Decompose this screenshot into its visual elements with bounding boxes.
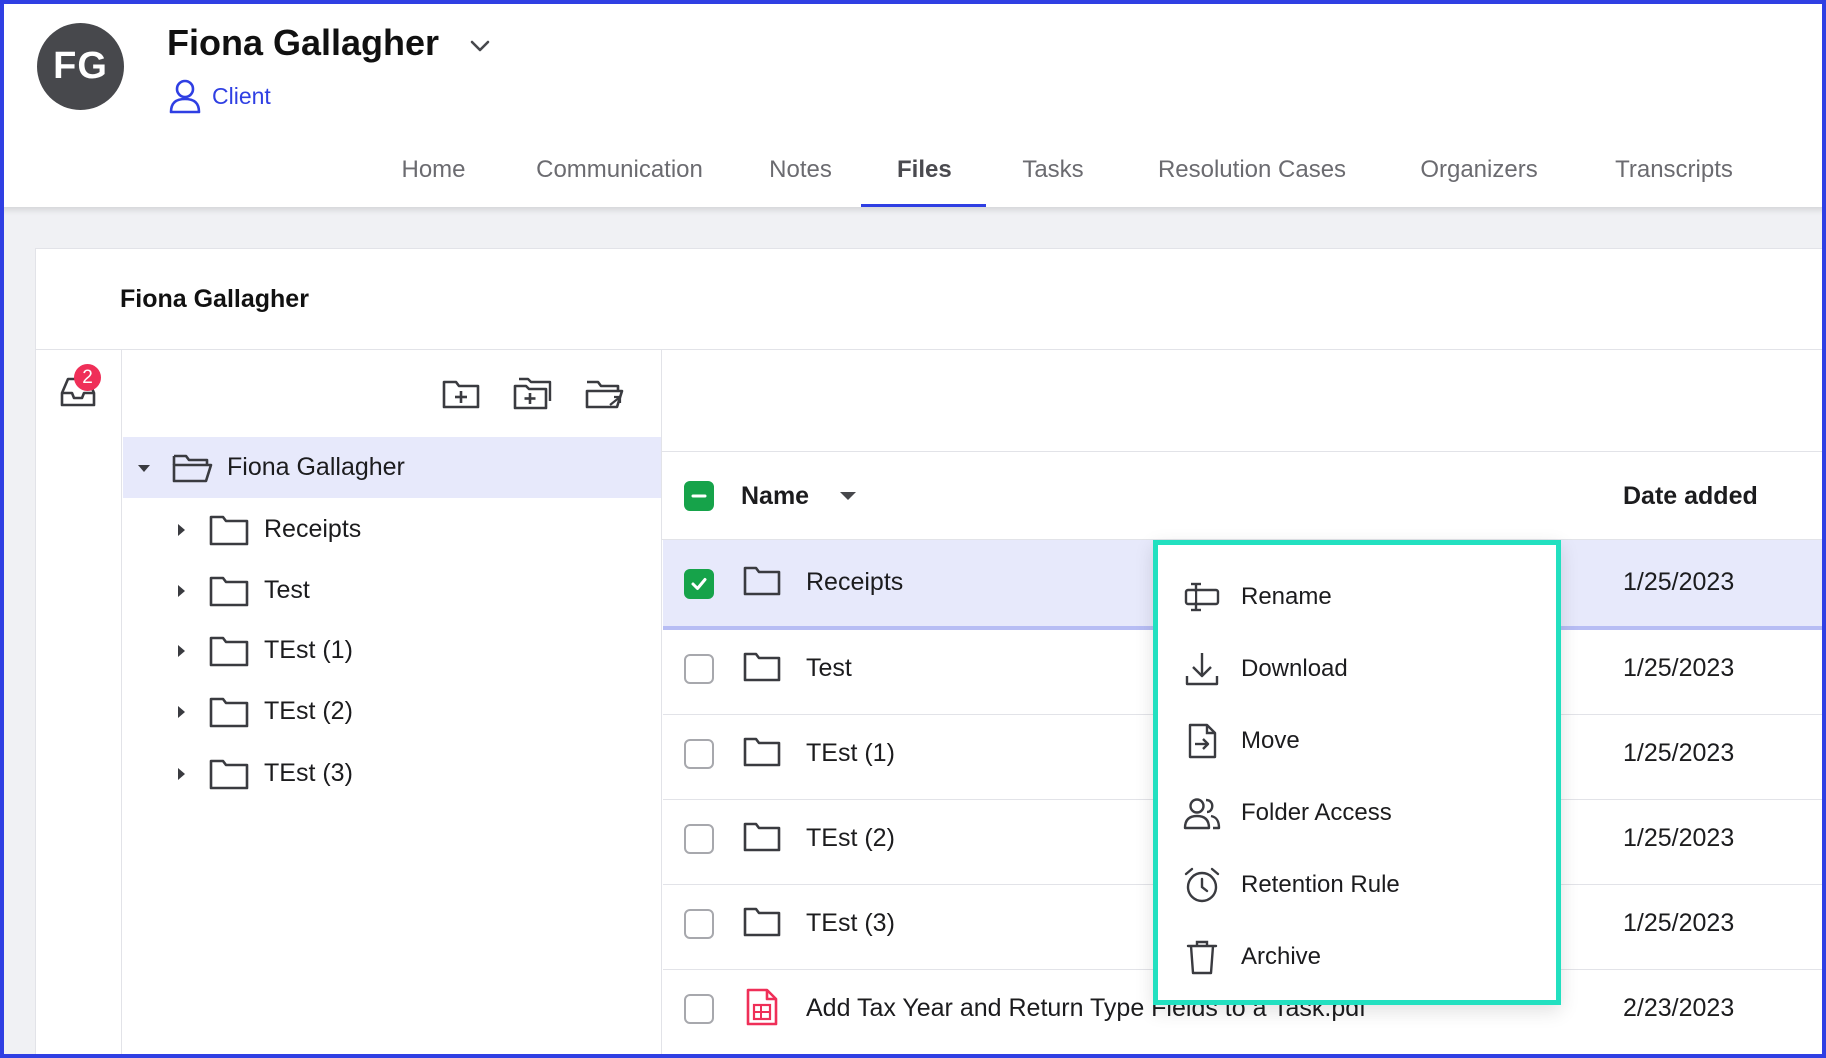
trash-icon xyxy=(1186,940,1218,975)
row-name[interactable]: Test xyxy=(806,654,852,683)
row-name[interactable]: TEst (3) xyxy=(806,909,895,938)
alarm-clock-icon xyxy=(1184,867,1220,903)
tree-item-test[interactable]: Test xyxy=(123,560,661,621)
menu-item-move[interactable]: Move xyxy=(1183,721,1300,761)
tab-tasks[interactable]: Tasks xyxy=(1021,140,1085,207)
folder-icon xyxy=(743,566,781,596)
add-folder-icon[interactable] xyxy=(441,375,481,411)
folder-icon xyxy=(209,636,249,666)
column-header-name[interactable]: Name xyxy=(741,482,809,511)
tab-communication[interactable]: Communication xyxy=(533,140,706,207)
client-role: Client xyxy=(168,78,271,114)
folder-icon xyxy=(743,907,781,937)
download-icon xyxy=(1185,653,1219,686)
rename-icon xyxy=(1184,582,1220,612)
caret-down-icon[interactable] xyxy=(137,461,151,475)
folder-icon xyxy=(743,652,781,682)
user-icon xyxy=(169,79,201,114)
tree-divider xyxy=(661,350,662,1058)
move-file-icon xyxy=(1188,723,1217,759)
menu-item-label: Folder Access xyxy=(1241,799,1392,826)
row-date: 1/25/2023 xyxy=(1623,824,1735,852)
panel-divider xyxy=(35,349,1826,350)
caret-right-icon[interactable] xyxy=(174,523,188,537)
row-checkbox[interactable] xyxy=(684,994,714,1024)
tree-item-label: TEst (3) xyxy=(264,759,353,787)
chevron-down-icon[interactable] xyxy=(466,34,494,58)
check-icon xyxy=(691,578,707,590)
row-checkbox[interactable] xyxy=(684,654,714,684)
context-menu: Rename Download Move Folder Access Reten… xyxy=(1153,540,1561,1005)
tab-organizers[interactable]: Organizers xyxy=(1419,140,1539,207)
sort-down-icon[interactable] xyxy=(839,490,857,502)
folder-icon xyxy=(209,697,249,727)
menu-item-label: Archive xyxy=(1241,943,1322,970)
tree-item-receipts[interactable]: Receipts xyxy=(123,499,661,560)
menu-item-label: Retention Rule xyxy=(1241,871,1400,898)
row-checkbox[interactable] xyxy=(684,824,714,854)
tab-transcripts[interactable]: Transcripts xyxy=(1612,140,1736,207)
select-all-checkbox[interactable] xyxy=(684,481,714,511)
menu-item-label: Download xyxy=(1241,655,1348,682)
tab-resolution-cases[interactable]: Resolution Cases xyxy=(1157,140,1347,207)
row-name[interactable]: TEst (1) xyxy=(806,739,895,768)
folder-icon xyxy=(209,515,249,545)
row-date: 1/25/2023 xyxy=(1623,739,1735,767)
caret-right-icon[interactable] xyxy=(174,584,188,598)
tree-item-root[interactable]: Fiona Gallagher xyxy=(123,437,661,498)
users-icon xyxy=(1183,798,1221,830)
row-checkbox[interactable] xyxy=(684,569,714,599)
row-checkbox[interactable] xyxy=(684,909,714,939)
tree-item-label: TEst (2) xyxy=(264,697,353,725)
client-header: FG Fiona Gallagher Client Home Communica… xyxy=(0,0,1826,207)
client-role-label: Client xyxy=(212,82,271,109)
tab-notes[interactable]: Notes xyxy=(768,140,833,207)
tree-item-label: Test xyxy=(264,576,310,604)
caret-right-icon[interactable] xyxy=(174,767,188,781)
add-subfolder-icon[interactable] xyxy=(513,375,553,411)
folder-icon xyxy=(209,759,249,789)
menu-item-rename[interactable]: Rename xyxy=(1183,577,1332,617)
folder-icon xyxy=(743,737,781,767)
menu-item-label: Rename xyxy=(1241,583,1332,610)
row-checkbox[interactable] xyxy=(684,739,714,769)
row-name[interactable]: TEst (2) xyxy=(806,824,895,853)
avatar[interactable]: FG xyxy=(37,23,124,110)
column-header-date[interactable]: Date added xyxy=(1623,482,1758,511)
menu-item-folder-access[interactable]: Folder Access xyxy=(1183,793,1392,833)
panel-title: Fiona Gallagher xyxy=(120,285,309,313)
minus-icon xyxy=(691,494,707,498)
menu-item-label: Move xyxy=(1241,727,1300,754)
row-name[interactable]: Receipts xyxy=(806,568,903,597)
client-name[interactable]: Fiona Gallagher xyxy=(167,22,439,64)
menu-item-archive[interactable]: Archive xyxy=(1183,937,1321,977)
tree-item-label: TEst (1) xyxy=(264,636,353,664)
folder-open-icon xyxy=(172,454,213,482)
tree-item-label: Receipts xyxy=(264,515,362,543)
row-date: 2/23/2023 xyxy=(1623,994,1735,1022)
sidebar-divider xyxy=(121,350,122,1058)
tree-item-test-2[interactable]: TEst (2) xyxy=(123,681,661,742)
pdf-file-icon xyxy=(746,988,778,1026)
caret-right-icon[interactable] xyxy=(174,705,188,719)
table-header: Name Date added xyxy=(663,452,1826,540)
tree-item-label: Fiona Gallagher xyxy=(227,453,405,481)
folder-icon xyxy=(743,822,781,852)
row-date: 1/25/2023 xyxy=(1623,909,1735,937)
tab-home[interactable]: Home xyxy=(400,140,467,207)
tab-bar: Home Communication Notes Files Tasks Res… xyxy=(400,140,1736,207)
move-folder-icon[interactable] xyxy=(584,375,624,411)
row-date: 1/25/2023 xyxy=(1623,654,1735,682)
folder-icon xyxy=(209,576,249,606)
menu-item-download[interactable]: Download xyxy=(1183,649,1348,689)
row-date: 1/25/2023 xyxy=(1623,568,1735,596)
inbox-badge: 2 xyxy=(74,364,101,391)
tree-item-test-3[interactable]: TEst (3) xyxy=(123,743,661,804)
menu-item-retention-rule[interactable]: Retention Rule xyxy=(1183,865,1400,905)
tree-item-test-1[interactable]: TEst (1) xyxy=(123,620,661,681)
tab-files[interactable]: Files xyxy=(861,140,986,207)
caret-right-icon[interactable] xyxy=(174,644,188,658)
